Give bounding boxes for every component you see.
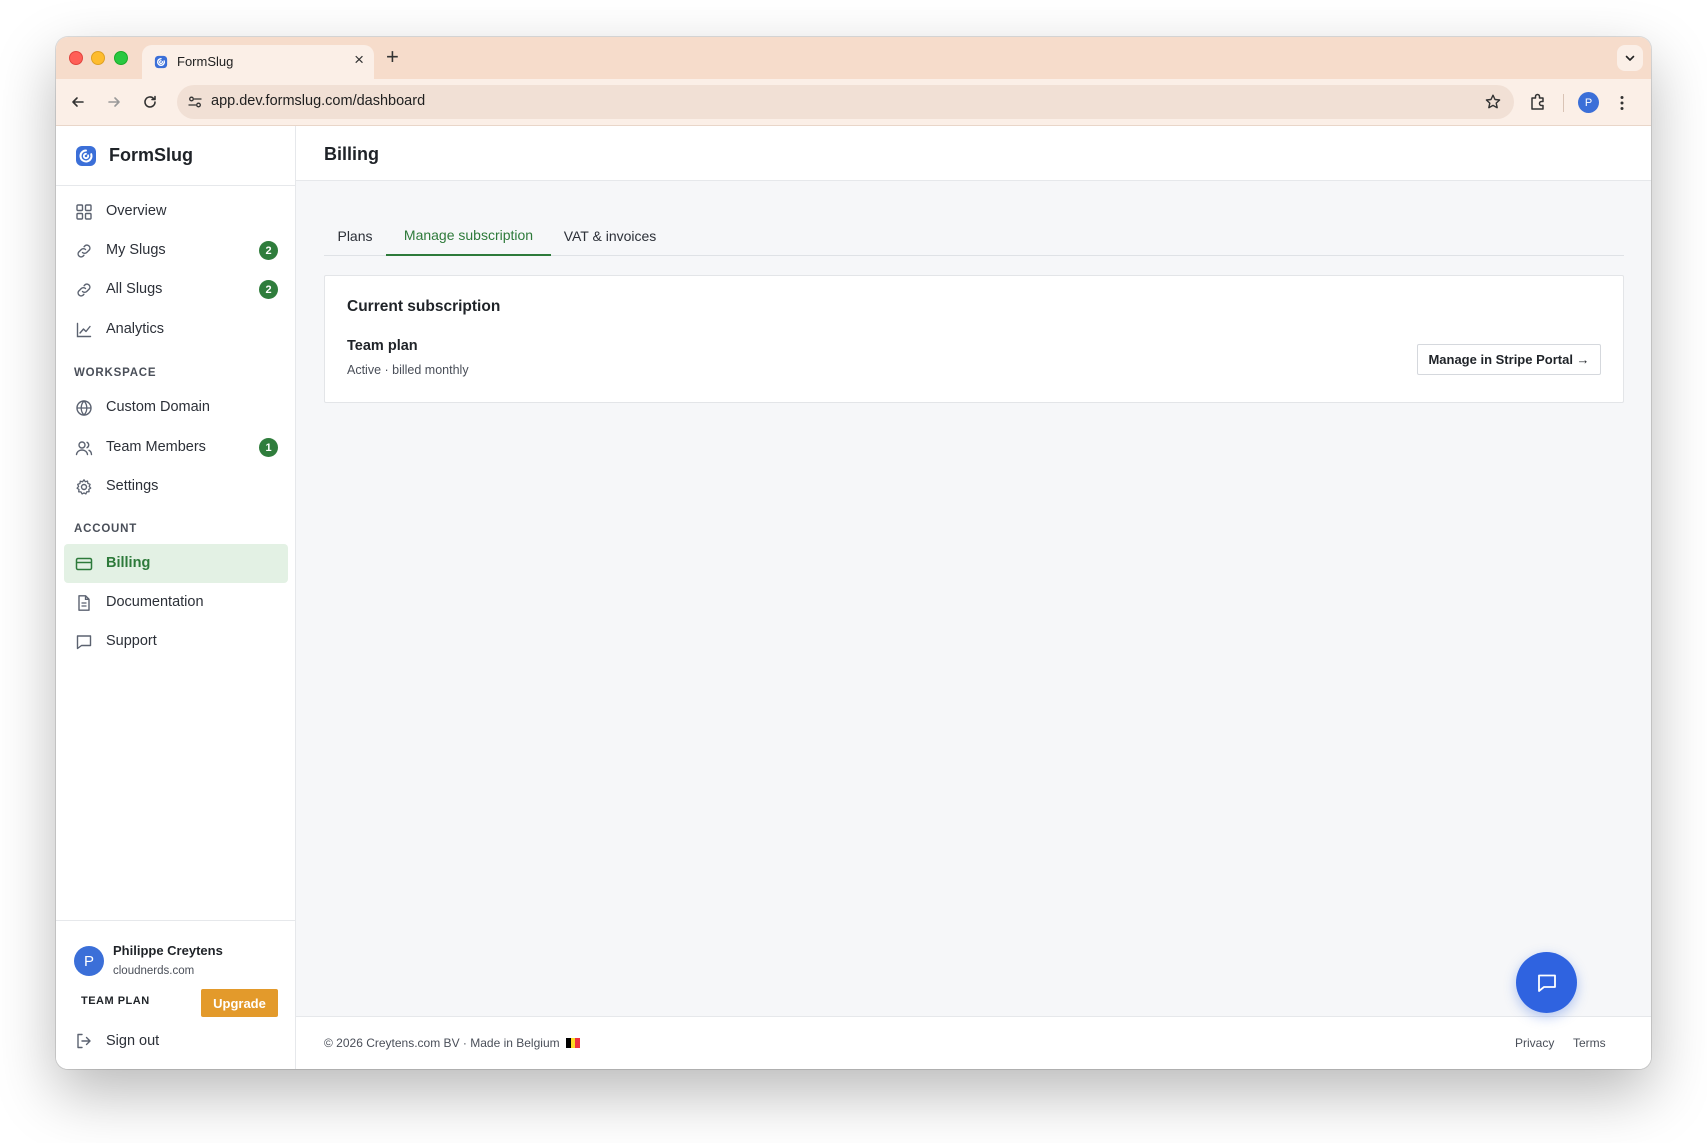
- document-icon: [78, 595, 90, 611]
- sidebar-item-overview[interactable]: Overview: [64, 192, 288, 231]
- plan-status: Active · billed monthly: [347, 363, 469, 377]
- tab-manage-subscription[interactable]: Manage subscription: [386, 216, 551, 256]
- site-settings-icon[interactable]: [187, 94, 203, 110]
- sidebar-item-label: Support: [106, 633, 157, 649]
- sign-out-icon: [77, 1033, 91, 1049]
- sidebar-item-all-slugs[interactable]: All Slugs 2: [64, 270, 288, 309]
- plan-name: Team plan: [347, 338, 418, 354]
- sidebar-item-settings[interactable]: Settings: [64, 467, 288, 506]
- brand[interactable]: FormSlug: [56, 126, 296, 186]
- link-icon: [77, 283, 91, 297]
- sidebar-item-label: Custom Domain: [106, 399, 210, 415]
- sidebar-item-label: My Slugs: [106, 242, 166, 258]
- footer: © 2026 Creytens.com BV · Made in Belgium…: [296, 1016, 1651, 1069]
- privacy-link[interactable]: Privacy: [1515, 1036, 1554, 1050]
- app-root: FormSlug Overview My Slugs 2 All Slugs 2…: [56, 126, 1651, 1069]
- section-label-workspace: WORKSPACE: [74, 367, 157, 379]
- browser-menu-button[interactable]: [1616, 92, 1628, 114]
- users-icon: [75, 441, 93, 456]
- billing-tabs: Plans Manage subscription VAT & invoices: [324, 216, 1624, 256]
- sidebar-item-my-slugs[interactable]: My Slugs 2: [64, 231, 288, 270]
- sign-out-label: Sign out: [106, 1033, 160, 1049]
- tab-vat-invoices[interactable]: VAT & invoices: [551, 216, 669, 256]
- arrow-right-icon: [108, 97, 120, 107]
- sidebar-item-analytics[interactable]: Analytics: [64, 310, 288, 349]
- formslug-favicon-icon: [154, 55, 168, 69]
- message-icon: [76, 635, 92, 650]
- browser-window: FormSlug × + app.dev.formslug.com/dashbo…: [56, 37, 1651, 1069]
- address-bar[interactable]: app.dev.formslug.com/dashboard: [177, 85, 1514, 119]
- extensions-puzzle-icon[interactable]: [1527, 91, 1549, 113]
- bookmark-star-icon[interactable]: [1484, 93, 1502, 111]
- sidebar-item-documentation[interactable]: Documentation: [64, 583, 288, 622]
- formslug-logo-icon: [76, 146, 96, 166]
- copyright-text: © 2026 Creytens.com BV · Made in Belgium: [324, 1036, 560, 1050]
- count-badge: 2: [259, 241, 278, 260]
- belgium-flag-icon: [565, 1037, 580, 1048]
- url-text[interactable]: app.dev.formslug.com/dashboard: [211, 93, 425, 109]
- subscription-card: Current subscription Team plan Active · …: [324, 275, 1624, 403]
- tab-search-button[interactable]: [1617, 45, 1643, 71]
- toolbar-divider: [1563, 94, 1564, 112]
- sidebar-item-label: Analytics: [106, 321, 165, 337]
- browser-tab-strip: FormSlug × +: [56, 37, 1651, 79]
- card-title: Current subscription: [347, 298, 501, 315]
- terms-link[interactable]: Terms: [1573, 1036, 1606, 1050]
- sign-out-button[interactable]: Sign out: [64, 1023, 288, 1059]
- credit-card-icon: [75, 557, 93, 571]
- browser-tab[interactable]: FormSlug ×: [142, 45, 374, 79]
- page-title: Billing: [324, 144, 379, 164]
- line-chart-icon: [76, 322, 92, 338]
- maximize-window-button[interactable]: [114, 51, 128, 65]
- minimize-window-button[interactable]: [91, 51, 105, 65]
- user-name: Philippe Creytens: [113, 943, 223, 958]
- user-domain: cloudnerds.com: [113, 965, 195, 977]
- sidebar-item-support[interactable]: Support: [64, 622, 288, 661]
- new-tab-button[interactable]: +: [386, 46, 399, 68]
- upgrade-button[interactable]: Upgrade: [201, 989, 278, 1017]
- sidebar: FormSlug Overview My Slugs 2 All Slugs 2…: [56, 126, 296, 1069]
- sidebar-item-label: All Slugs: [106, 281, 163, 297]
- brand-name: FormSlug: [109, 145, 193, 165]
- user-panel: P Philippe Creytens cloudnerds.com TEAM …: [56, 920, 296, 1069]
- chat-bubble-icon: [1537, 974, 1556, 992]
- footer-copyright: © 2026 Creytens.com BV · Made in Belgium: [324, 1036, 580, 1050]
- sidebar-item-label: Documentation: [106, 594, 204, 610]
- arrow-left-icon: [72, 97, 84, 107]
- sidebar-item-billing[interactable]: Billing: [64, 544, 288, 583]
- chevron-down-icon: [1625, 55, 1635, 61]
- page-header: Billing: [296, 126, 1651, 181]
- close-window-button[interactable]: [69, 51, 83, 65]
- close-tab-icon[interactable]: ×: [354, 50, 364, 70]
- sidebar-item-label: Overview: [106, 203, 167, 219]
- browser-toolbar: app.dev.formslug.com/dashboard P: [56, 79, 1651, 126]
- gear-icon: [76, 479, 92, 495]
- tab-plans[interactable]: Plans: [324, 216, 386, 256]
- chat-support-button[interactable]: [1516, 952, 1577, 1013]
- count-badge: 2: [259, 280, 278, 299]
- plan-label: TEAM PLAN: [81, 995, 150, 1007]
- avatar[interactable]: P: [74, 946, 104, 976]
- sidebar-item-custom-domain[interactable]: Custom Domain: [64, 388, 288, 427]
- section-label-account: ACCOUNT: [74, 523, 138, 535]
- sidebar-item-label: Settings: [106, 478, 159, 494]
- manage-stripe-portal-button[interactable]: Manage in Stripe Portal →: [1417, 344, 1601, 375]
- browser-profile-avatar[interactable]: P: [1578, 92, 1599, 113]
- reload-icon: [144, 95, 156, 108]
- sidebar-item-label: Team Members: [106, 439, 206, 455]
- globe-icon: [76, 400, 92, 416]
- more-vertical-icon: [1620, 96, 1624, 110]
- link-icon: [77, 244, 91, 258]
- main-content: Billing Plans Manage subscription VAT & …: [296, 126, 1651, 1069]
- grid-icon: [76, 204, 92, 220]
- sidebar-item-label: Billing: [106, 555, 151, 571]
- count-badge: 1: [259, 438, 278, 457]
- reload-button[interactable]: [139, 91, 161, 113]
- back-button[interactable]: [67, 91, 89, 113]
- forward-button[interactable]: [103, 91, 125, 113]
- sidebar-item-team-members[interactable]: Team Members 1: [64, 428, 288, 467]
- browser-tab-title: FormSlug: [177, 54, 234, 69]
